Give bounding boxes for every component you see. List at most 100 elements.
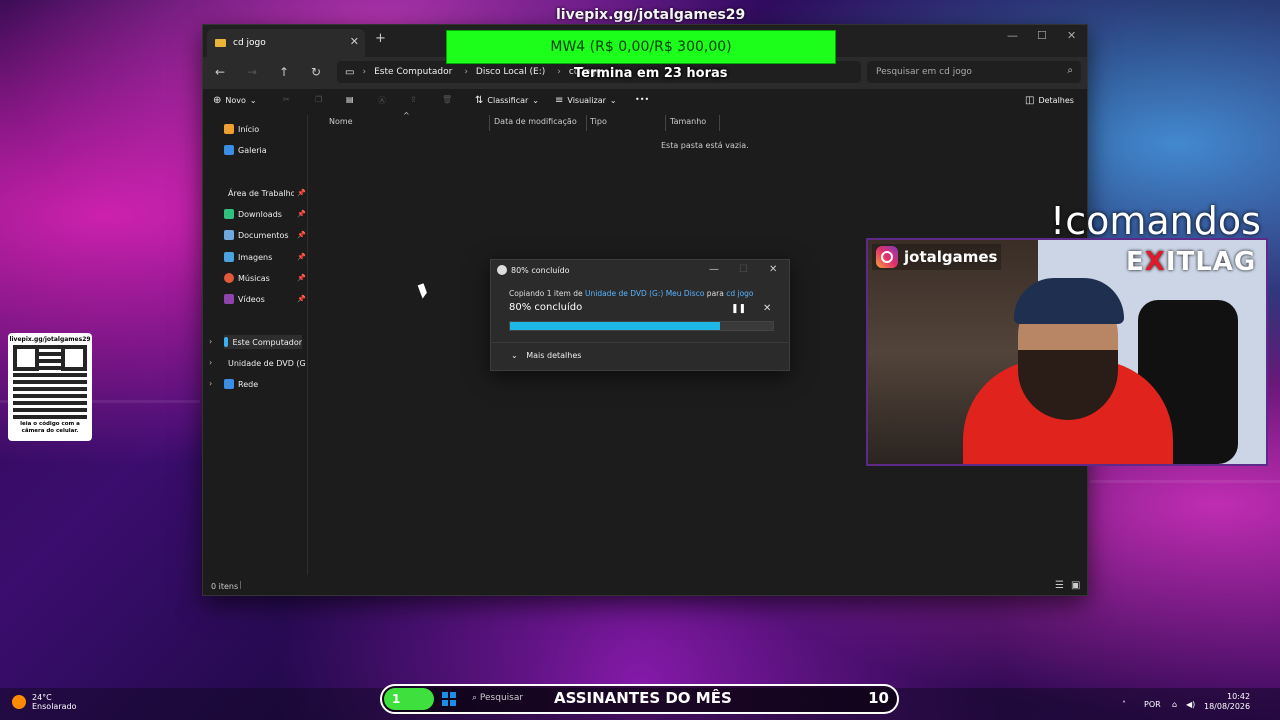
donation-goal-bar: MW4 (R$ 0,00/R$ 300,00) [446, 30, 836, 64]
pin-icon[interactable]: 📌 [297, 253, 306, 261]
tab-cd-jogo[interactable]: cd jogo ✕ [207, 29, 365, 57]
document-icon [224, 230, 234, 240]
chevron-down-icon: ⌄ [609, 96, 617, 105]
sort-button[interactable]: ⇅ Classificar ⌄ [475, 95, 539, 106]
view-button[interactable]: ≡ Visualizar ⌄ [555, 95, 617, 106]
pin-icon[interactable]: 📌 [297, 274, 306, 282]
image-icon [224, 252, 234, 262]
sidebar-item-label: Documentos [238, 230, 289, 240]
exitlag-logo: EXITLAG [1126, 247, 1256, 277]
copy-destination-link[interactable]: cd jogo [726, 289, 753, 298]
status-bar: 0 itens | ☰ ▣ [203, 577, 1087, 595]
share-icon[interactable]: ⇪ [410, 95, 417, 104]
copy-source-link[interactable]: Unidade de DVD (G:) Meu Disco [585, 289, 704, 298]
cancel-copy-button[interactable]: ✕ [763, 303, 771, 314]
breadcrumb-separator: › [464, 67, 468, 77]
column-divider[interactable] [586, 115, 587, 131]
sidebar-item-videos[interactable]: Vídeos [224, 292, 265, 306]
dialog-title: 80% concluído [511, 266, 570, 275]
tiles-view-icon[interactable]: ▣ [1071, 580, 1080, 591]
breadcrumb-disco-local[interactable]: Disco Local (E:) [476, 67, 545, 77]
more-details-button[interactable]: ⌄ Mais detalhes [491, 342, 789, 360]
language-indicator[interactable]: POR [1144, 700, 1161, 709]
sidebar-item-label: Este Computador [232, 337, 302, 347]
pin-icon[interactable]: 📌 [297, 210, 306, 218]
column-divider[interactable] [719, 115, 720, 131]
folder-icon [215, 39, 226, 47]
column-header-size[interactable]: Tamanho [670, 117, 706, 126]
sidebar-item-downloads[interactable]: Downloads [224, 207, 282, 221]
volume-icon[interactable]: ◀) [1186, 700, 1195, 709]
streamer-cap [1014, 278, 1124, 324]
column-header-date[interactable]: Data de modificação [494, 117, 577, 126]
sidebar-item-dvd[interactable]: Unidade de DVD (G:) [224, 356, 306, 370]
sidebar-item-images[interactable]: Imagens [224, 250, 272, 264]
windows-start-icon[interactable] [442, 692, 456, 706]
livepix-url-overlay: livepix.gg/jotalgames29 [556, 7, 746, 23]
sidebar-item-home[interactable]: Início [224, 122, 259, 136]
back-arrow-icon[interactable]: ← [215, 65, 225, 79]
breadcrumb-este-computador[interactable]: Este Computador [374, 67, 452, 77]
minimize-button[interactable]: — [709, 264, 719, 275]
command-bar: ⊕ Novo ⌄ ✂ ❐ ▤ Ⓐ ⇪ 🗑 ⇅ Classificar ⌄ ≡ V… [203, 89, 1087, 111]
instagram-handle: jotalgames [872, 244, 1002, 270]
details-label: Detalhes [1038, 96, 1074, 105]
chevron-right-icon[interactable]: › [209, 358, 212, 367]
sidebar-item-network[interactable]: Rede [224, 377, 258, 391]
copy-icon[interactable]: ❐ [315, 95, 322, 104]
sidebar-item-label: Área de Trabalho [228, 188, 294, 198]
up-arrow-icon[interactable]: ↑ [279, 65, 289, 79]
weather-condition: Ensolarado [32, 702, 77, 711]
forward-arrow-icon[interactable]: → [247, 65, 257, 79]
pin-icon[interactable]: 📌 [297, 231, 306, 239]
search-input[interactable]: Pesquisar em cd jogo ⌕ [867, 61, 1081, 83]
taskbar-search[interactable]: ⌕ Pesquisar [472, 693, 523, 703]
close-dialog-button[interactable]: ✕ [769, 264, 777, 275]
details-view-icon[interactable]: ☰ [1055, 580, 1064, 591]
pause-button[interactable]: ❚❚ [731, 304, 746, 314]
maximize-button[interactable]: ☐ [1037, 29, 1047, 42]
instagram-icon [876, 246, 898, 268]
new-label: Novo [225, 96, 246, 105]
chevron-up-icon[interactable]: ˄ [1122, 700, 1126, 709]
sidebar-item-this-pc[interactable]: Este Computador [224, 335, 302, 349]
cut-icon[interactable]: ✂ [283, 95, 290, 104]
delete-icon[interactable]: 🗑 [442, 95, 452, 104]
sidebar-item-desktop[interactable]: Área de Trabalho [224, 186, 294, 200]
minimize-button[interactable]: — [1007, 29, 1018, 42]
clock[interactable]: 10:42 18/08/2026 [1204, 692, 1250, 713]
paste-icon[interactable]: ▤ [346, 95, 354, 104]
gallery-icon [224, 145, 234, 155]
item-count: 0 itens [211, 582, 239, 591]
sidebar-item-music[interactable]: Músicas [224, 271, 270, 285]
pin-icon[interactable]: 📌 [297, 189, 306, 197]
sort-label: Classificar [487, 96, 529, 105]
details-button[interactable]: ◫ Detalhes [1025, 95, 1074, 106]
refresh-icon[interactable]: ↻ [311, 65, 321, 79]
close-window-button[interactable]: ✕ [1067, 29, 1076, 42]
column-header-name[interactable]: Nome [329, 117, 353, 126]
plus-icon: ⊕ [213, 95, 222, 106]
temperature: 24°C [32, 693, 52, 702]
new-button[interactable]: ⊕ Novo ⌄ [213, 95, 257, 106]
close-tab-icon[interactable]: ✕ [350, 35, 359, 48]
column-divider[interactable] [665, 115, 666, 131]
weather-widget[interactable]: 24°C Ensolarado [12, 693, 76, 711]
empty-folder-message: Esta pasta está vazia. [661, 141, 749, 150]
copy-mid: para [704, 289, 727, 298]
new-tab-button[interactable]: + [375, 31, 386, 46]
qr-instructions: leia o código com a câmera do celular. [20, 421, 80, 434]
sidebar-item-gallery[interactable]: Galeria [224, 143, 267, 157]
sidebar-item-documents[interactable]: Documentos [224, 228, 289, 242]
chevron-right-icon[interactable]: › [209, 379, 212, 388]
sidebar-item-label: Início [238, 124, 260, 134]
network-tray-icon[interactable]: ⌂ [1172, 700, 1177, 709]
more-options-button[interactable]: ••• [635, 95, 649, 104]
chevron-right-icon[interactable]: › [209, 337, 212, 346]
column-divider[interactable] [489, 115, 490, 131]
pin-icon[interactable]: 📌 [297, 295, 306, 303]
column-header-type[interactable]: Tipo [590, 117, 607, 126]
subs-progress-pill: 1 [384, 688, 434, 710]
sidebar-item-label: Músicas [238, 273, 270, 283]
rename-icon[interactable]: Ⓐ [378, 95, 386, 106]
